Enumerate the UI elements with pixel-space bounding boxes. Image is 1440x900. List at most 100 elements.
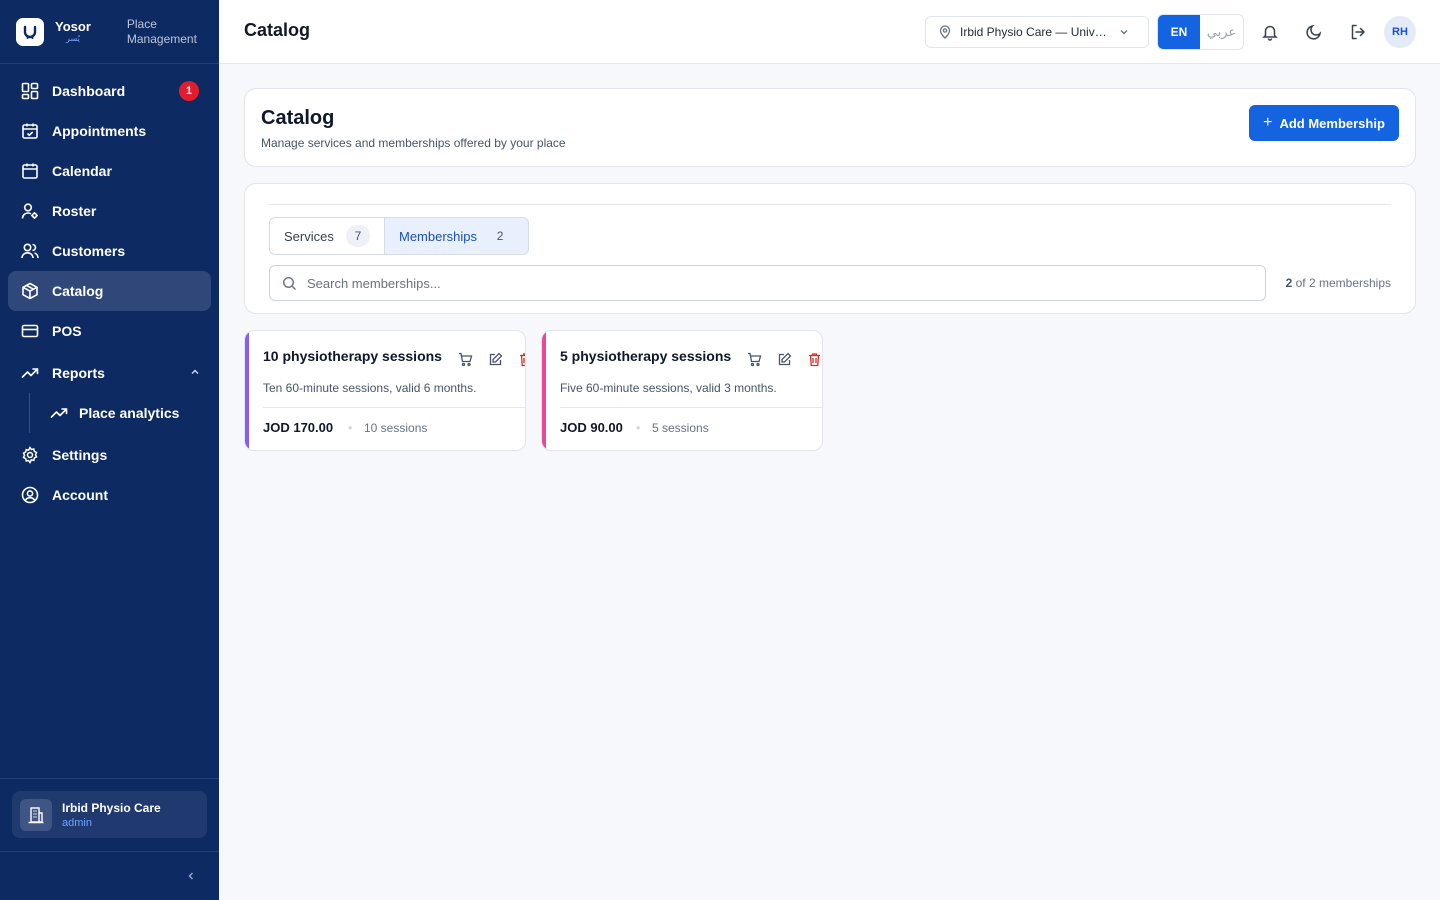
- sell-button[interactable]: [746, 351, 762, 367]
- logout-icon: [1351, 24, 1365, 40]
- separator-dot: •: [348, 421, 353, 435]
- trending-up-icon: [49, 403, 69, 423]
- sidebar-item-label: Settings: [52, 447, 108, 463]
- theme-toggle-button[interactable]: [1302, 20, 1326, 44]
- sidebar-item-label: Reports: [52, 365, 105, 381]
- catalog-tabs: Services 7 Memberships 2: [269, 217, 529, 255]
- users-icon: [20, 241, 40, 261]
- edit-button[interactable]: [487, 351, 503, 367]
- package-icon: [20, 281, 40, 301]
- sidebar-item-label: Place analytics: [79, 405, 180, 421]
- calendar-check-icon: [20, 121, 40, 141]
- delete-button[interactable]: [517, 351, 525, 367]
- collapse-sidebar-button[interactable]: [183, 868, 199, 884]
- edit-icon: [778, 352, 791, 365]
- top-header: Catalog Irbid Physio Care — University B…: [219, 0, 1440, 64]
- sidebar: Yosor يُسر Place Management Dashboard 1 …: [0, 0, 219, 900]
- sidebar-item-catalog[interactable]: Catalog: [8, 271, 211, 311]
- tab-count: 7: [345, 225, 370, 247]
- building-icon: [20, 798, 52, 831]
- trash-icon: [519, 352, 525, 366]
- map-pin-icon: [939, 25, 951, 39]
- brand-name: Yosor: [55, 19, 91, 34]
- chevron-left-icon: [188, 872, 194, 880]
- notifications-button[interactable]: [1258, 20, 1282, 44]
- notification-badge: 1: [179, 81, 199, 101]
- membership-sessions: 10 sessions: [364, 421, 428, 435]
- membership-title: 5 physiotherapy sessions: [560, 348, 732, 364]
- membership-description: Ten 60-minute sessions, valid 6 months.: [263, 381, 477, 395]
- add-membership-button[interactable]: + Add Membership: [1249, 105, 1399, 141]
- bell-icon: [1262, 25, 1278, 41]
- page-title: Catalog: [261, 107, 335, 129]
- edit-button[interactable]: [776, 351, 792, 367]
- user-cog-icon: [20, 201, 40, 221]
- separator-dot: •: [636, 421, 641, 435]
- page-subtitle: Manage services and memberships offered …: [261, 136, 566, 150]
- tab-memberships[interactable]: Memberships 2: [384, 218, 528, 254]
- sidebar-item-appointments[interactable]: Appointments: [8, 111, 211, 151]
- sidebar-item-label: Calendar: [52, 163, 112, 179]
- tab-services[interactable]: Services 7: [270, 218, 384, 254]
- lang-en-button[interactable]: EN: [1158, 15, 1200, 49]
- membership-price: JOD 170.00: [263, 420, 334, 435]
- logout-button[interactable]: [1346, 20, 1370, 44]
- yosor-logo-icon[interactable]: [16, 17, 44, 46]
- divider: [560, 407, 822, 408]
- sidebar-item-pos[interactable]: POS: [8, 311, 211, 351]
- membership-title: 10 physiotherapy sessions: [263, 348, 442, 364]
- sidebar-item-place-analytics[interactable]: Place analytics: [8, 393, 211, 433]
- delete-button[interactable]: [806, 351, 822, 367]
- place-selector-value: Irbid Physio Care — University Branch: [960, 25, 1112, 39]
- place-selector[interactable]: Irbid Physio Care — University Branch: [925, 16, 1149, 48]
- catalog-header-card: Catalog Manage services and memberships …: [244, 88, 1416, 167]
- cart-icon: [747, 352, 761, 366]
- sidebar-nav: Dashboard 1 Appointments Calendar Roster: [0, 64, 219, 515]
- moon-icon: [1306, 24, 1322, 40]
- sidebar-item-label: Catalog: [52, 283, 104, 299]
- sidebar-item-customers[interactable]: Customers: [8, 231, 211, 271]
- chevron-up-icon: [189, 365, 201, 381]
- dashboard-icon: [20, 81, 40, 101]
- sidebar-item-label: Dashboard: [52, 83, 126, 99]
- sidebar-item-account[interactable]: Account: [8, 475, 211, 515]
- sidebar-item-label: Customers: [52, 243, 126, 259]
- result-count: 2 of 2 memberships: [1285, 276, 1391, 290]
- calendar-icon: [20, 161, 40, 181]
- membership-sessions: 5 sessions: [652, 421, 709, 435]
- search-input[interactable]: [307, 275, 1207, 291]
- tab-count: 2: [496, 229, 504, 243]
- catalog-filter-card: Services 7 Memberships 2 2 of 2 membersh…: [244, 183, 1416, 314]
- membership-card[interactable]: 10 physiotherapy sessions Ten 60-minute …: [244, 330, 526, 451]
- plus-icon: +: [1263, 114, 1273, 131]
- membership-description: Five 60-minute sessions, valid 3 months.: [560, 381, 777, 395]
- sidebar-item-roster[interactable]: Roster: [8, 191, 211, 231]
- sell-button[interactable]: [457, 351, 473, 367]
- gear-icon: [20, 445, 40, 465]
- chevron-down-icon: [1120, 30, 1128, 35]
- sidebar-item-label: Roster: [52, 203, 97, 219]
- cart-icon: [458, 352, 472, 366]
- brand-subtitle: Place Management: [126, 16, 197, 46]
- language-switcher: EN عربي: [1157, 14, 1244, 50]
- divider: [269, 204, 1391, 205]
- membership-card[interactable]: 5 physiotherapy sessions Five 60-minute …: [541, 330, 823, 451]
- sidebar-item-settings[interactable]: Settings: [8, 435, 211, 475]
- divider: [0, 851, 219, 852]
- user-circle-icon: [20, 485, 40, 505]
- sidebar-item-label: POS: [52, 323, 82, 339]
- search-icon: [282, 276, 296, 290]
- divider: [263, 407, 525, 408]
- sidebar-item-label: Appointments: [52, 123, 147, 139]
- trending-up-icon: [20, 363, 40, 383]
- sidebar-item-dashboard[interactable]: Dashboard 1: [8, 71, 211, 111]
- page-header-title: Catalog: [244, 20, 311, 40]
- lang-ar-button[interactable]: عربي: [1200, 15, 1243, 49]
- sidebar-item-calendar[interactable]: Calendar: [8, 151, 211, 191]
- place-role: admin: [62, 816, 92, 829]
- membership-price: JOD 90.00: [560, 420, 623, 435]
- user-avatar[interactable]: RH: [1384, 16, 1416, 48]
- sidebar-item-reports[interactable]: Reports: [8, 353, 211, 393]
- current-place-card[interactable]: Irbid Physio Care admin: [12, 791, 207, 838]
- color-stripe: [542, 331, 546, 450]
